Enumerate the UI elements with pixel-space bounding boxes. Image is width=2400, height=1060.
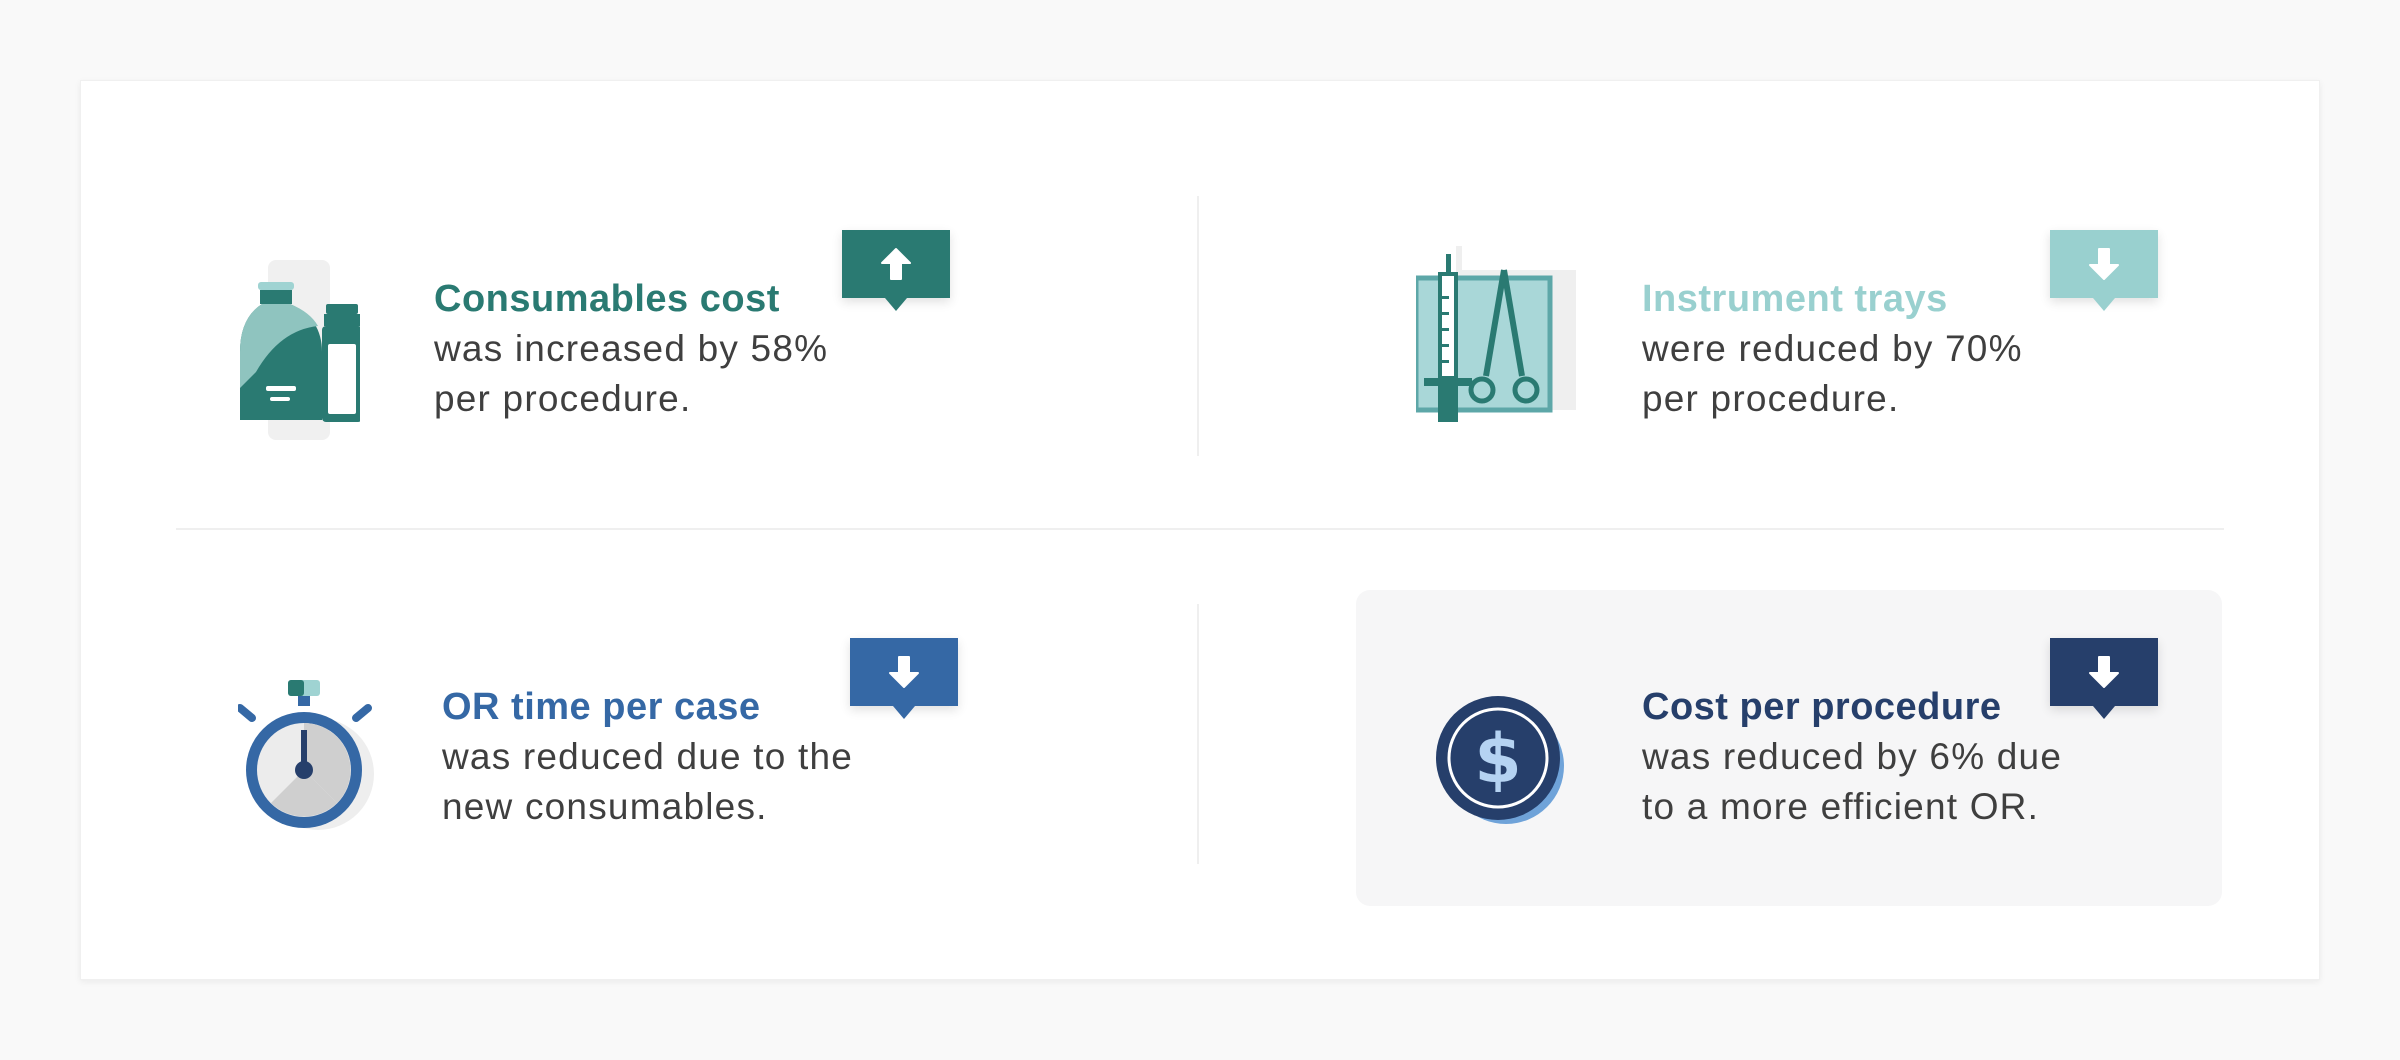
trend-down-badge (2050, 230, 2158, 311)
arrow-down-icon (889, 656, 919, 688)
stat-title: Consumables cost (434, 278, 780, 320)
stat-text: OR time per case was reduced due to the … (442, 682, 853, 832)
dollar-coin-icon: $ (1434, 694, 1566, 831)
stat-text: Consumables cost was increased by 58% pe… (434, 274, 828, 424)
stat-title: Cost per procedure (1642, 686, 2002, 728)
trend-down-badge (2050, 638, 2158, 719)
trend-down-badge (850, 638, 958, 719)
stat-cost-per-procedure: $ Cost per procedure was reduced by 6% d… (1356, 590, 2222, 906)
trend-up-badge (842, 230, 950, 311)
stat-line-1: was reduced by 6% due (1642, 736, 2063, 777)
column-divider-bottom (1197, 604, 1199, 864)
stat-instrument-trays: Instrument trays were reduced by 70% per… (1376, 196, 2276, 496)
stat-line-1: were reduced by 70% (1642, 328, 2023, 369)
stopwatch-icon (236, 680, 388, 841)
instrument-tray-icon (1413, 246, 1586, 427)
stat-consumables-cost: Consumables cost was increased by 58% pe… (176, 196, 1176, 496)
stat-line-1: was increased by 58% (434, 328, 829, 369)
arrow-down-icon (2089, 248, 2119, 280)
arrow-up-icon (881, 248, 911, 280)
svg-text:$: $ (1474, 720, 1521, 799)
stat-text: Cost per procedure was reduced by 6% due… (1642, 682, 2062, 832)
column-divider-top (1197, 196, 1199, 456)
arrow-down-icon (2089, 656, 2119, 688)
stat-text: Instrument trays were reduced by 70% per… (1642, 274, 2023, 424)
stat-line-2: per procedure. (434, 378, 692, 419)
bottles-icon (240, 260, 362, 445)
stat-or-time: OR time per case was reduced due to the … (176, 604, 1176, 904)
row-divider (176, 528, 2224, 530)
stat-line-2: new consumables. (442, 786, 768, 827)
stat-title: OR time per case (442, 686, 761, 728)
stat-title: Instrument trays (1642, 278, 1948, 320)
stat-line-2: per procedure. (1642, 378, 1900, 419)
stat-line-2: to a more efficient OR. (1642, 786, 2040, 827)
stat-line-1: was reduced due to the (442, 736, 854, 777)
